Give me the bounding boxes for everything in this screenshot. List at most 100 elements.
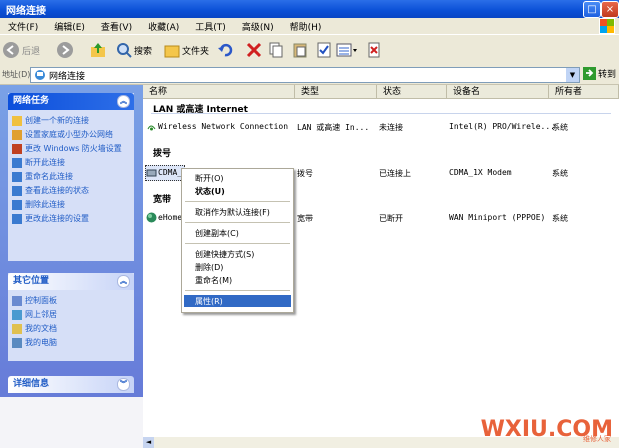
row-type: LAN 或高速 In... xyxy=(297,123,370,132)
collapse-chevron-icon[interactable]: ︽ xyxy=(117,275,130,288)
menu-help[interactable]: 帮助(H) xyxy=(282,18,330,33)
delete-button[interactable] xyxy=(246,41,262,59)
menu-status[interactable]: 状态(U) xyxy=(195,186,225,197)
column-device[interactable]: 设备名 xyxy=(447,85,549,99)
column-status[interactable]: 状态 xyxy=(377,85,447,99)
folders-label: 文件夹 xyxy=(182,46,210,57)
disconnect-icon xyxy=(12,158,22,168)
delete-doc-icon xyxy=(368,42,380,58)
scroll-left-icon[interactable]: ◄ xyxy=(143,437,154,448)
menu-separator xyxy=(185,201,290,202)
copy-button[interactable] xyxy=(268,41,284,59)
address-input[interactable]: 网络连接 ▼ xyxy=(30,67,580,83)
close-button[interactable]: × xyxy=(601,1,619,18)
status-icon xyxy=(12,186,22,196)
obscured-area xyxy=(0,397,143,448)
menu-create-copy[interactable]: 创建副本(C) xyxy=(195,228,239,239)
place-network-neighborhood[interactable]: 网上邻居 xyxy=(8,308,134,322)
title-bar: 网络连接 □ × xyxy=(0,0,619,18)
my-computer-icon xyxy=(12,338,22,348)
row-status: 未连接 xyxy=(379,123,403,132)
rename-icon xyxy=(12,172,22,182)
task-firewall[interactable]: 更改 Windows 防火墙设置 xyxy=(8,142,134,156)
row-owner: 系统 xyxy=(552,214,568,223)
maximize-button[interactable]: □ xyxy=(583,1,601,18)
toolbar: 后退 搜索 文件夹 xyxy=(0,34,619,66)
back-button[interactable]: 后退 xyxy=(2,41,40,59)
task-rename[interactable]: 重命名此连接 xyxy=(8,170,134,184)
menu-create-shortcut[interactable]: 创建快捷方式(S) xyxy=(195,249,254,260)
up-folder-button[interactable] xyxy=(90,41,106,59)
properties-button[interactable] xyxy=(316,41,332,59)
my-documents-icon xyxy=(12,324,22,334)
menu-cancel-default[interactable]: 取消作为默认连接(F) xyxy=(195,207,270,218)
menu-bar: 文件(F) 编辑(E) 查看(V) 收藏(A) 工具(T) 高级(N) 帮助(H) xyxy=(0,18,619,34)
copy-icon xyxy=(269,42,283,58)
network-tasks-title[interactable]: 网络任务 ︽ xyxy=(8,93,134,110)
menu-view[interactable]: 查看(V) xyxy=(93,18,140,33)
expand-chevron-icon[interactable]: ︾ xyxy=(117,378,130,391)
views-grid-icon xyxy=(336,43,357,57)
go-arrow-icon xyxy=(583,67,596,80)
menu-separator xyxy=(185,290,290,291)
menu-file[interactable]: 文件(F) xyxy=(0,18,46,33)
task-delete[interactable]: 删除此连接 xyxy=(8,198,134,212)
task-home-network[interactable]: 设置家庭或小型办公网络 xyxy=(8,128,134,142)
undo-button[interactable] xyxy=(217,41,233,59)
task-new-connection[interactable]: 创建一个新的连接 xyxy=(8,114,134,128)
row-device: Intel(R) PRO/Wirele... xyxy=(449,122,555,131)
go-button[interactable]: 转到 xyxy=(583,67,616,80)
broadband-globe-icon xyxy=(146,212,157,223)
search-icon xyxy=(117,43,132,58)
details-title[interactable]: 详细信息 ︾ xyxy=(8,376,134,393)
up-folder-icon xyxy=(91,43,105,57)
folders-button[interactable]: 文件夹 xyxy=(164,41,209,59)
details-panel: 详细信息 ︾ xyxy=(8,376,134,393)
column-name[interactable]: 名称 xyxy=(143,85,295,99)
address-dropdown-icon[interactable]: ▼ xyxy=(566,68,579,82)
menu-disconnect[interactable]: 断开(O) xyxy=(195,173,224,184)
folder-icon xyxy=(164,45,180,58)
row-type: 拨号 xyxy=(297,169,313,178)
properties-check-icon xyxy=(317,42,331,58)
menu-advanced[interactable]: 高级(N) xyxy=(234,18,282,33)
search-button[interactable]: 搜索 xyxy=(116,41,152,59)
forward-button[interactable] xyxy=(56,41,74,59)
menu-rename[interactable]: 重命名(M) xyxy=(195,275,232,286)
column-type[interactable]: 类型 xyxy=(295,85,377,99)
new-connection-icon xyxy=(12,116,22,126)
row-device: CDMA_1X Modem xyxy=(449,168,512,177)
menu-favorites[interactable]: 收藏(A) xyxy=(140,18,187,33)
close-connection-button[interactable] xyxy=(366,41,382,59)
row-status: 已连接上 xyxy=(379,169,411,178)
menu-delete[interactable]: 删除(D) xyxy=(195,262,223,273)
place-control-panel[interactable]: 控制面板 xyxy=(8,294,134,308)
column-owner[interactable]: 所有者 xyxy=(549,85,619,99)
menu-tools[interactable]: 工具(T) xyxy=(187,18,234,33)
place-my-computer[interactable]: 我的电脑 xyxy=(8,336,134,350)
collapse-chevron-icon[interactable]: ︽ xyxy=(117,95,130,108)
task-disconnect[interactable]: 断开此连接 xyxy=(8,156,134,170)
task-change-settings[interactable]: 更改此连接的设置 xyxy=(8,212,134,226)
back-label: 后退 xyxy=(22,46,41,57)
other-places-panel: 其它位置 ︽ 控制面板 网上邻居 我的文档 我的电脑 xyxy=(8,273,134,361)
dialup-modem-icon xyxy=(146,169,157,177)
other-places-title[interactable]: 其它位置 ︽ xyxy=(8,273,134,290)
group-broadband: 宽带 xyxy=(153,195,172,205)
back-arrow-icon xyxy=(3,42,19,58)
address-bar: 地址(D) 网络连接 ▼ 转到 xyxy=(0,65,619,85)
paste-button[interactable] xyxy=(292,41,308,59)
menu-edit[interactable]: 编辑(E) xyxy=(46,18,93,33)
menu-properties[interactable]: 属性(R) xyxy=(195,296,223,307)
context-menu: 断开(O) 状态(U) 取消作为默认连接(F) 创建副本(C) 创建快捷方式(S… xyxy=(181,168,294,313)
task-view-status[interactable]: 查看此连接的状态 xyxy=(8,184,134,198)
group-dialup: 拨号 xyxy=(153,149,172,159)
row-device: WAN Miniport (PPPOE) xyxy=(449,213,546,222)
watermark-sub: 维修人家 xyxy=(583,435,611,443)
settings-icon xyxy=(12,214,22,224)
task-pane: 网络任务 ︽ 创建一个新的连接 设置家庭或小型办公网络 更改 Windows 防… xyxy=(0,85,143,448)
views-button[interactable] xyxy=(336,41,358,59)
place-my-documents[interactable]: 我的文档 xyxy=(8,322,134,336)
window-title: 网络连接 xyxy=(6,6,46,17)
row-name: Wireless Network Connection xyxy=(158,122,289,131)
